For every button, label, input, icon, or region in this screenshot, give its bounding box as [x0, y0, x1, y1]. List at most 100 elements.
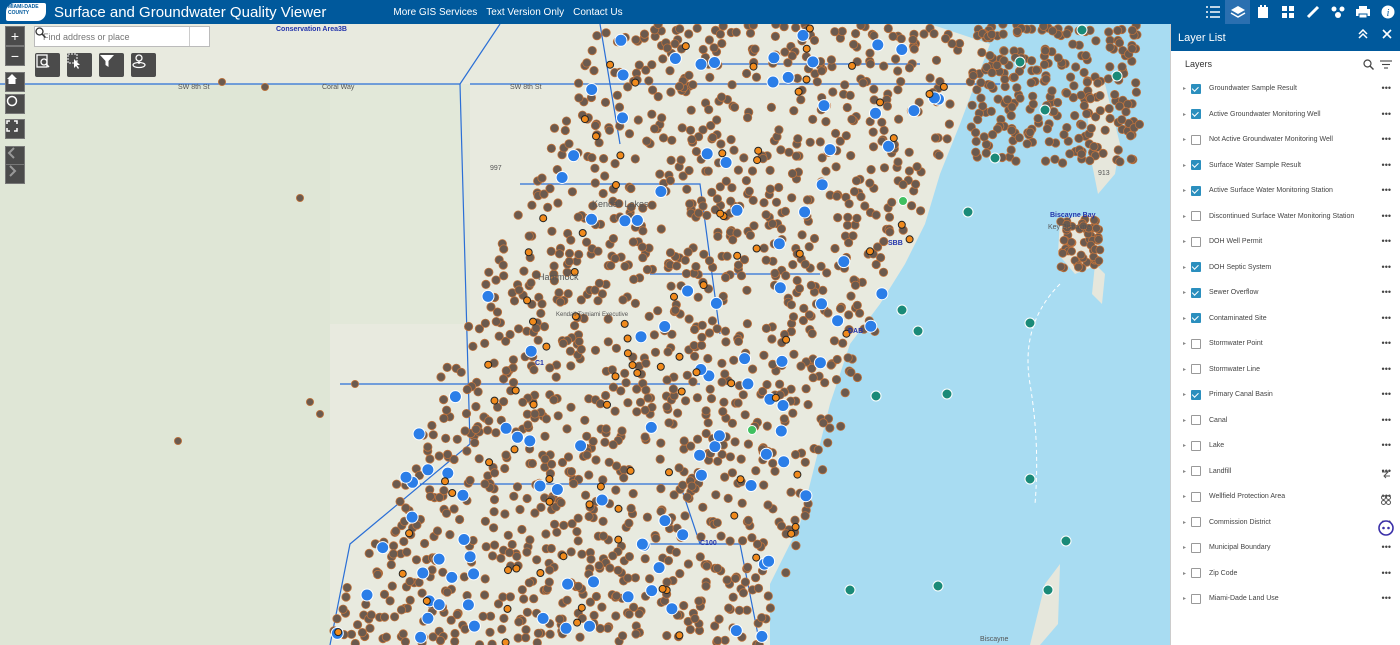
well-marker[interactable] [813, 356, 827, 370]
contaminated-site-marker[interactable] [736, 475, 745, 484]
septic-marker[interactable] [1069, 81, 1079, 91]
septic-marker[interactable] [779, 414, 789, 424]
septic-marker[interactable] [846, 151, 856, 161]
septic-marker[interactable] [452, 434, 462, 444]
contaminated-site-marker[interactable] [631, 78, 640, 87]
septic-marker[interactable] [633, 115, 643, 125]
septic-marker[interactable] [608, 234, 619, 244]
septic-marker[interactable] [713, 636, 723, 645]
septic-marker[interactable] [835, 303, 846, 314]
septic-marker[interactable] [733, 165, 744, 175]
septic-marker[interactable] [566, 547, 576, 557]
septic-marker[interactable] [742, 113, 753, 123]
septic-marker[interactable] [593, 296, 603, 306]
septic-marker[interactable] [843, 353, 853, 363]
septic-marker[interactable] [644, 76, 654, 86]
septic-marker[interactable] [942, 134, 952, 144]
contaminated-site-marker[interactable] [794, 87, 803, 96]
septic-marker[interactable] [553, 411, 563, 421]
septic-marker[interactable] [1000, 74, 1010, 84]
layer-item[interactable]: ▸ Zip Code ••• [1171, 561, 1400, 587]
layer-item[interactable]: ▸ Canal ••• [1171, 408, 1400, 434]
septic-marker[interactable] [501, 366, 511, 376]
map-canvas[interactable] [0, 24, 1170, 645]
well-marker[interactable] [652, 561, 666, 575]
well-marker[interactable] [614, 33, 628, 47]
septic-marker[interactable] [594, 278, 605, 288]
list-icon[interactable] [1200, 0, 1225, 24]
well-marker[interactable] [360, 588, 374, 602]
septic-marker[interactable] [749, 221, 759, 231]
septic-marker[interactable] [517, 585, 527, 595]
septic-marker[interactable] [1094, 256, 1104, 266]
septic-marker[interactable] [674, 81, 685, 92]
station-marker[interactable] [1042, 584, 1054, 596]
print-icon[interactable] [1350, 0, 1375, 24]
well-marker[interactable] [463, 550, 477, 564]
septic-marker[interactable] [818, 418, 828, 428]
septic-marker[interactable] [573, 78, 584, 88]
septic-marker[interactable] [500, 509, 510, 519]
septic-marker[interactable] [512, 482, 523, 492]
septic-marker[interactable] [1082, 109, 1092, 119]
septic-marker[interactable] [656, 224, 666, 234]
septic-marker[interactable] [691, 262, 701, 272]
septic-marker[interactable] [497, 624, 507, 634]
contaminated-site-marker[interactable] [623, 349, 632, 358]
septic-marker[interactable] [379, 612, 390, 622]
septic-marker[interactable] [423, 442, 433, 452]
septic-marker[interactable] [802, 195, 813, 205]
septic-marker[interactable] [470, 438, 480, 448]
septic-marker[interactable] [1093, 78, 1103, 88]
well-marker[interactable] [644, 420, 658, 434]
septic-marker[interactable] [708, 132, 718, 143]
septic-marker[interactable] [441, 405, 452, 415]
septic-marker[interactable] [438, 394, 449, 405]
septic-marker[interactable] [729, 355, 739, 365]
septic-marker[interactable] [591, 455, 601, 465]
septic-marker[interactable] [781, 271, 791, 281]
septic-marker[interactable] [541, 414, 552, 424]
well-marker[interactable] [533, 479, 547, 493]
more-options-icon[interactable]: ••• [1382, 415, 1391, 425]
septic-marker[interactable] [736, 454, 746, 464]
septic-marker[interactable] [1104, 104, 1114, 114]
septic-marker[interactable] [391, 479, 402, 489]
septic-marker[interactable] [706, 393, 717, 404]
well-marker[interactable] [467, 567, 481, 581]
septic-marker[interactable] [805, 137, 815, 147]
septic-marker[interactable] [817, 465, 828, 475]
septic-marker[interactable] [712, 563, 723, 573]
contaminated-site-marker[interactable] [905, 235, 914, 244]
septic-marker[interactable] [402, 547, 412, 557]
septic-marker[interactable] [770, 268, 780, 278]
station-marker[interactable] [1076, 24, 1088, 36]
well-marker[interactable] [635, 537, 649, 551]
locate-button[interactable] [5, 94, 25, 114]
septic-marker[interactable] [670, 305, 680, 315]
septic-marker[interactable] [1007, 102, 1017, 112]
contaminated-site-marker[interactable] [578, 229, 587, 237]
septic-marker[interactable] [904, 147, 914, 157]
septic-marker[interactable] [617, 631, 628, 641]
septic-marker[interactable] [840, 388, 850, 398]
well-marker[interactable] [815, 178, 829, 192]
septic-marker[interactable] [1113, 145, 1123, 155]
septic-marker[interactable] [727, 183, 737, 193]
contaminated-site-marker[interactable] [596, 482, 605, 491]
septic-marker[interactable] [945, 99, 955, 109]
well-marker[interactable] [864, 319, 878, 333]
septic-marker[interactable] [595, 623, 605, 634]
septic-marker[interactable] [751, 466, 761, 476]
septic-marker[interactable] [701, 406, 711, 416]
septic-marker[interactable] [552, 527, 562, 537]
septic-marker[interactable] [792, 275, 802, 286]
septic-marker[interactable] [998, 29, 1008, 39]
contaminated-site-marker[interactable] [876, 98, 884, 107]
septic-marker[interactable] [846, 367, 856, 377]
well-marker[interactable] [773, 281, 787, 295]
septic-marker[interactable] [765, 165, 775, 175]
septic-marker[interactable] [653, 306, 663, 316]
septic-marker[interactable] [796, 361, 806, 371]
septic-marker[interactable] [481, 279, 491, 289]
